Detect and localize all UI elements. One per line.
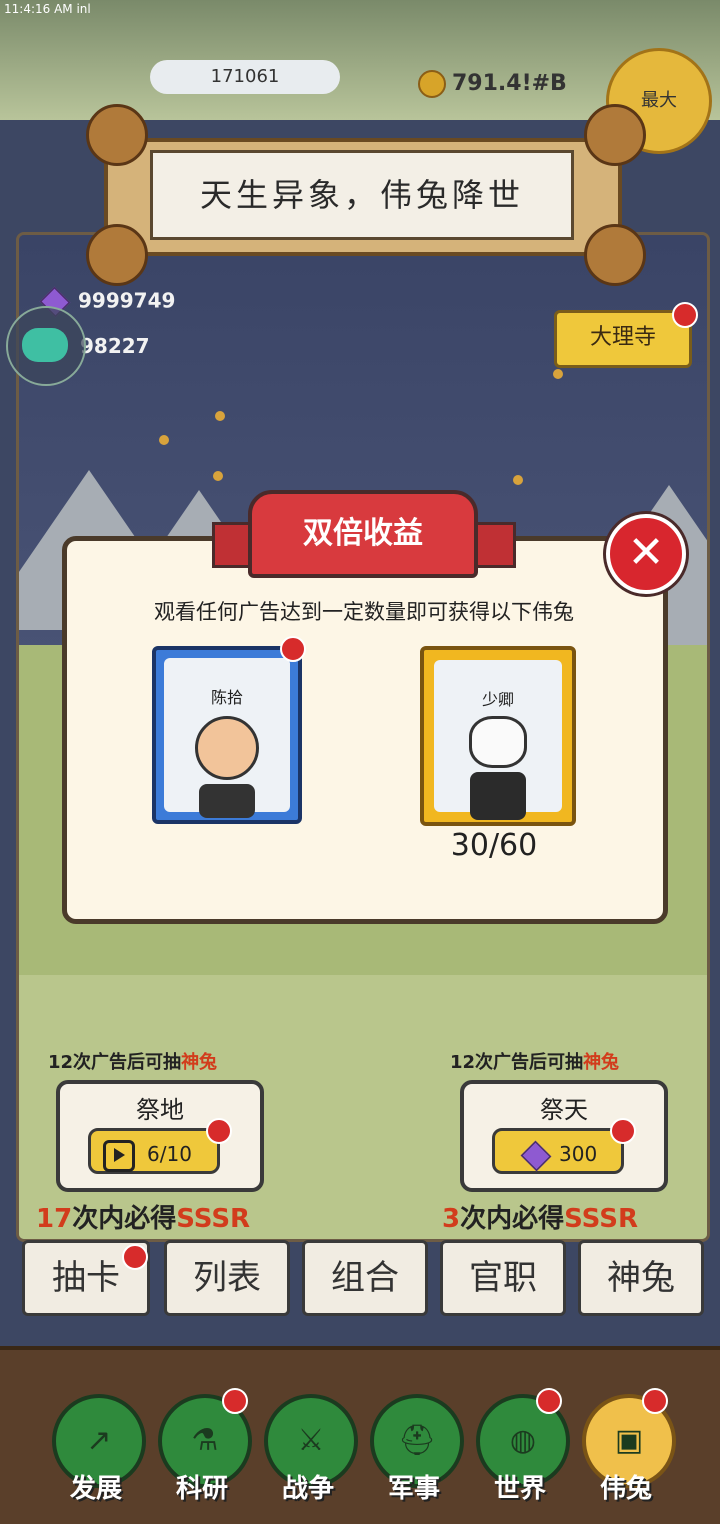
notification-dot	[672, 302, 698, 328]
dali-temple-button[interactable]: 大理寺	[554, 310, 692, 368]
star	[215, 411, 225, 421]
card-progress: 30/60	[450, 828, 538, 863]
hint-highlight: 神兔	[583, 1052, 620, 1073]
draw-right-guarantee: 3次内必得SSSR	[442, 1198, 638, 1235]
card-portrait: 少卿	[434, 660, 562, 820]
play-video-icon	[103, 1139, 135, 1172]
scroll-knob	[584, 104, 646, 166]
nav-label: 军事	[387, 1474, 440, 1504]
reward-card-blue[interactable]: 陈拾	[152, 646, 302, 824]
dialog-title-ribbon: 双倍收益	[248, 490, 478, 578]
tab-list[interactable]: 列表	[164, 1240, 290, 1316]
character-name: 少卿	[481, 690, 514, 709]
secondary-counter: 98227	[80, 334, 150, 358]
nav-label: 科研	[175, 1474, 228, 1504]
close-button[interactable]: ✕	[606, 514, 686, 594]
notification-dot	[610, 1118, 636, 1144]
character-body	[199, 784, 255, 818]
scroll-knob	[584, 224, 646, 286]
gamepad-button[interactable]	[6, 306, 86, 386]
ad-progress: 6/10	[147, 1142, 192, 1166]
watch-ad-draw-button[interactable]: 6/10	[88, 1128, 220, 1174]
coin-counter: 791.4!#B	[418, 70, 567, 98]
hint-highlight: 神兔	[181, 1052, 218, 1073]
guarantee-count: 3	[442, 1204, 461, 1234]
dialog-message: 观看任何广告达到一定数量即可获得以下伟兔	[154, 600, 574, 624]
gem-cost: 300	[559, 1142, 598, 1166]
character-name: 陈拾	[210, 688, 243, 707]
guarantee-rank: SSSR	[176, 1204, 251, 1234]
star	[553, 369, 563, 379]
scroll-knob	[86, 224, 148, 286]
draw-left-hint: 12次广告后可抽神兔	[48, 1048, 217, 1074]
notification-dot	[536, 1388, 562, 1414]
card-portrait: 陈拾	[164, 658, 290, 818]
guarantee-text: 次内必得	[72, 1204, 177, 1234]
guarantee-count: 17	[36, 1204, 73, 1234]
nav-label: 世界	[493, 1474, 546, 1504]
notification-dot	[206, 1118, 232, 1144]
nav-label: 战争	[281, 1474, 334, 1504]
character-portrait	[195, 716, 259, 780]
nav-label: 伟兔	[599, 1474, 652, 1504]
reward-card-gold[interactable]: 少卿	[420, 646, 576, 826]
tab-divine-rabbit[interactable]: 神兔	[578, 1240, 704, 1316]
gem-value: 9999749	[78, 288, 176, 313]
notification-dot	[122, 1244, 148, 1270]
coin-value: 791.4!#B	[452, 71, 567, 96]
star	[513, 475, 523, 485]
coin-icon	[418, 70, 446, 98]
character-portrait	[469, 716, 527, 768]
gem-draw-button[interactable]: 300	[492, 1128, 624, 1174]
banner-title: 天生异象，伟兔降世	[150, 150, 574, 240]
hint-text: 12次广告后可抽	[450, 1052, 584, 1073]
box-title: 祭天	[540, 1096, 588, 1124]
scroll-knob	[86, 104, 148, 166]
guarantee-rank: SSSR	[564, 1204, 638, 1234]
draw-right-hint: 12次广告后可抽神兔	[450, 1048, 619, 1074]
notification-dot	[642, 1388, 668, 1414]
star	[213, 471, 223, 481]
star	[159, 435, 169, 445]
character-body	[470, 772, 526, 820]
gem-icon	[520, 1140, 552, 1171]
tab-office[interactable]: 官职	[440, 1240, 566, 1316]
notification-dot	[280, 636, 306, 662]
gamepad-icon	[22, 328, 68, 362]
hint-text: 12次广告后可抽	[48, 1052, 182, 1073]
box-title: 祭地	[136, 1096, 184, 1124]
status-time: 11:4:16 AM inl	[4, 2, 91, 16]
nav-label: 发展	[69, 1474, 122, 1504]
tab-combo[interactable]: 组合	[302, 1240, 428, 1316]
draw-left-guarantee: 17次内必得SSSR	[36, 1198, 250, 1235]
stone-counter: 171061	[150, 60, 340, 94]
notification-dot	[222, 1388, 248, 1414]
guarantee-text: 次内必得	[460, 1204, 565, 1234]
